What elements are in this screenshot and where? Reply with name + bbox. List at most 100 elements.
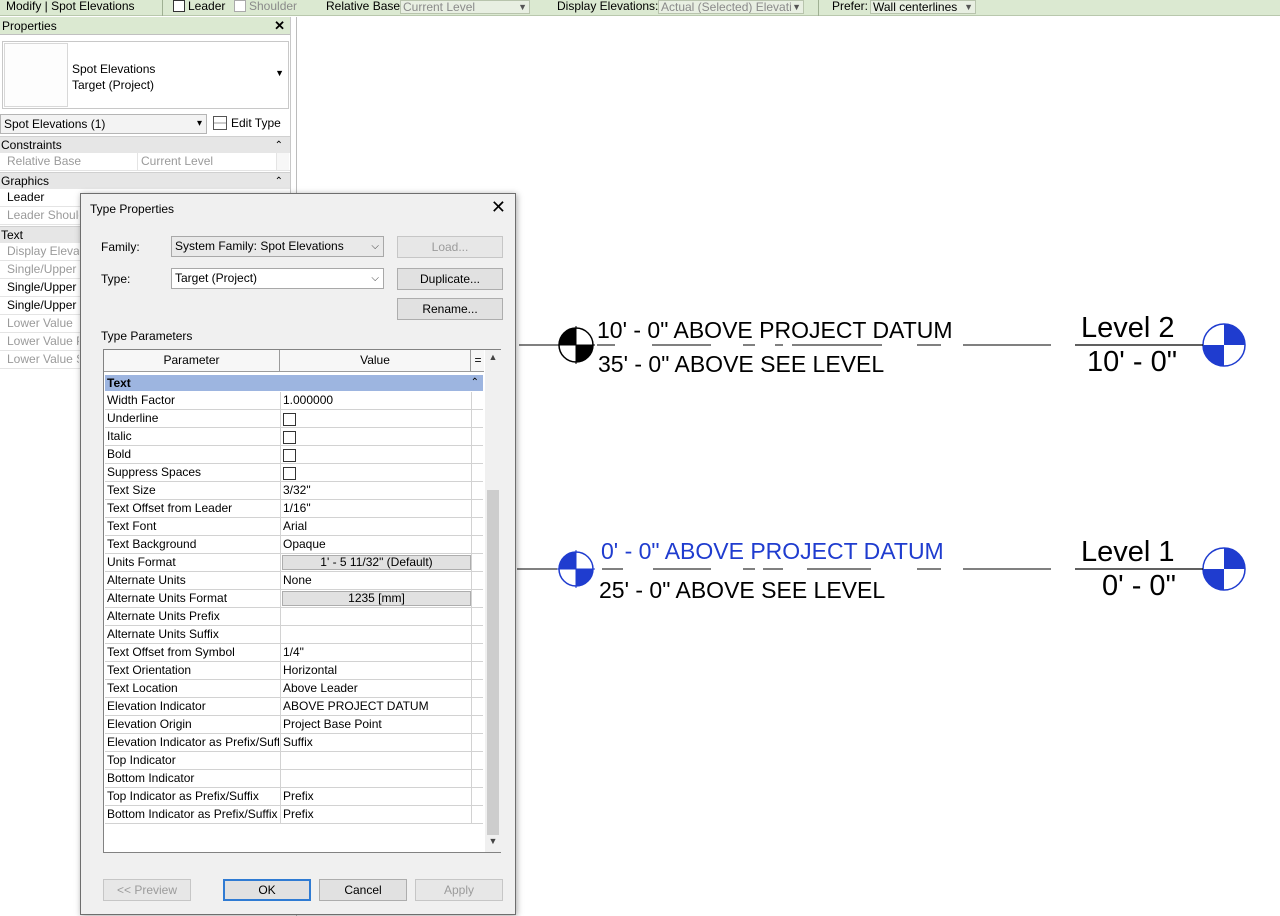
- parameter-row[interactable]: Text Size 3/32": [105, 482, 483, 500]
- scroll-down-icon[interactable]: ▼: [485, 836, 501, 850]
- parameter-row[interactable]: Alternate Units None: [105, 572, 483, 590]
- parameter-row[interactable]: Units Format 1' - 5 11/32" (Default): [105, 554, 483, 572]
- column-formula[interactable]: =: [472, 350, 484, 371]
- level-1-elevation[interactable]: 0' - 0": [1102, 571, 1176, 601]
- rename-button[interactable]: Rename...: [397, 298, 503, 320]
- parameter-name: Width Factor: [107, 393, 176, 407]
- parameter-row[interactable]: Elevation Indicator ABOVE PROJECT DATUM: [105, 698, 483, 716]
- category-text[interactable]: Text ⌃: [105, 375, 483, 391]
- parameter-row[interactable]: Suppress Spaces: [105, 464, 483, 482]
- cancel-button[interactable]: Cancel: [319, 879, 407, 901]
- parameter-row[interactable]: Text Orientation Horizontal: [105, 662, 483, 680]
- parameter-name: Alternate Units Suffix: [107, 627, 219, 641]
- parameter-value[interactable]: Prefix: [280, 788, 472, 805]
- instance-filter-dropdown[interactable]: Spot Elevations (1) ▾: [0, 114, 207, 134]
- parameter-value[interactable]: 1' - 5 11/32" (Default): [280, 554, 472, 571]
- parameter-row[interactable]: Text Offset from Leader 1/16": [105, 500, 483, 518]
- parameter-row[interactable]: Alternate Units Suffix: [105, 626, 483, 644]
- format-button[interactable]: 1235 [mm]: [282, 591, 471, 606]
- chevron-down-icon[interactable]: ▼: [275, 68, 284, 78]
- parameter-value[interactable]: [280, 410, 472, 427]
- type-parameters-grid[interactable]: Parameter Value = Text ⌃ Width Factor 1.00…: [103, 349, 501, 853]
- parameter-row[interactable]: Italic: [105, 428, 483, 446]
- parameter-value[interactable]: [280, 464, 472, 481]
- prefer-dropdown[interactable]: Wall centerlines ▼: [870, 0, 976, 16]
- spot-lower-line1[interactable]: 0' - 0" ABOVE PROJECT DATUM: [601, 538, 944, 564]
- parameter-row[interactable]: Elevation Indicator as Prefix/Suffix Suff…: [105, 734, 483, 752]
- spot-upper-line2[interactable]: 35' - 0" ABOVE SEE LEVEL: [598, 351, 884, 377]
- parameter-value[interactable]: ABOVE PROJECT DATUM: [280, 698, 472, 715]
- parameter-value[interactable]: Suffix: [280, 734, 472, 751]
- parameter-row[interactable]: Width Factor 1.000000: [105, 392, 483, 410]
- family-dropdown[interactable]: System Family: Spot Elevations ⌵: [171, 236, 384, 257]
- parameter-row[interactable]: Text Font Arial: [105, 518, 483, 536]
- collapse-icon[interactable]: ⌃: [471, 375, 479, 391]
- parameter-checkbox[interactable]: [283, 413, 296, 426]
- level-2-name[interactable]: Level 2: [1081, 313, 1175, 343]
- parameter-value[interactable]: [280, 608, 472, 625]
- scrollbar-thumb[interactable]: [487, 490, 499, 835]
- parameter-checkbox[interactable]: [283, 449, 296, 462]
- parameter-checkbox[interactable]: [283, 431, 296, 444]
- level-2-elevation[interactable]: 10' - 0": [1087, 347, 1177, 377]
- parameter-row[interactable]: Bottom Indicator as Prefix/Suffix Prefix: [105, 806, 483, 824]
- parameter-value[interactable]: None: [280, 572, 472, 589]
- parameter-row[interactable]: Alternate Units Prefix: [105, 608, 483, 626]
- duplicate-button[interactable]: Duplicate...: [397, 268, 503, 290]
- spot-lower-line2[interactable]: 25' - 0" ABOVE SEE LEVEL: [599, 577, 885, 603]
- vertical-scrollbar[interactable]: ▲ ▼: [485, 350, 501, 852]
- parameter-row[interactable]: Alternate Units Format 1235 [mm]: [105, 590, 483, 608]
- scroll-up-icon[interactable]: ▲: [485, 352, 501, 366]
- parameter-checkbox[interactable]: [283, 467, 296, 480]
- column-parameter[interactable]: Parameter: [104, 350, 280, 371]
- parameter-name: Elevation Indicator as Prefix/Suffix: [107, 735, 279, 749]
- parameter-value[interactable]: Above Leader: [280, 680, 472, 697]
- collapse-icon[interactable]: ⌃: [275, 137, 283, 154]
- parameter-value[interactable]: Project Base Point: [280, 716, 472, 733]
- parameter-row[interactable]: Text Background Opaque: [105, 536, 483, 554]
- prefer-label: Prefer:: [832, 0, 869, 13]
- parameter-row[interactable]: Bottom Indicator: [105, 770, 483, 788]
- format-button[interactable]: 1' - 5 11/32" (Default): [282, 555, 471, 570]
- section-constraints[interactable]: Constraints ⌃: [0, 136, 290, 153]
- parameter-value[interactable]: [280, 770, 472, 787]
- level-1-name[interactable]: Level 1: [1081, 537, 1175, 567]
- parameter-row[interactable]: Text Location Above Leader: [105, 680, 483, 698]
- parameter-row[interactable]: Bold: [105, 446, 483, 464]
- parameter-value[interactable]: Horizontal: [280, 662, 472, 679]
- parameter-value[interactable]: 1/4": [280, 644, 472, 661]
- close-icon[interactable]: ✕: [491, 198, 506, 216]
- type-selector[interactable]: Spot Elevations Target (Project) ▼: [2, 41, 289, 109]
- display-elevations-label: Display Elevations:: [557, 0, 659, 13]
- close-icon[interactable]: ✕: [274, 17, 285, 35]
- parameter-value[interactable]: 1.000000: [280, 392, 472, 409]
- parameter-value[interactable]: [280, 752, 472, 769]
- parameter-value[interactable]: 1235 [mm]: [280, 590, 472, 607]
- collapse-icon[interactable]: ⌃: [275, 173, 283, 190]
- parameter-value[interactable]: [280, 626, 472, 643]
- parameter-row[interactable]: Elevation Origin Project Base Point: [105, 716, 483, 734]
- leader-checkbox-box[interactable]: [173, 0, 185, 12]
- parameter-row[interactable]: Top Indicator as Prefix/Suffix Prefix: [105, 788, 483, 806]
- parameter-value[interactable]: 1/16": [280, 500, 472, 517]
- type-dropdown[interactable]: Target (Project) ⌵: [171, 268, 384, 289]
- apply-button: Apply: [415, 879, 503, 901]
- property-name: Lower Value Prefix: [7, 334, 79, 348]
- leader-checkbox[interactable]: Leader: [173, 0, 225, 16]
- parameter-value[interactable]: Arial: [280, 518, 472, 535]
- section-graphics[interactable]: Graphics ⌃: [0, 172, 290, 189]
- parameter-row[interactable]: Text Offset from Symbol 1/4": [105, 644, 483, 662]
- spot-upper-line1[interactable]: 10' - 0" ABOVE PROJECT DATUM: [597, 317, 953, 343]
- parameter-value[interactable]: [280, 446, 472, 463]
- parameter-name: Text Background: [107, 537, 197, 551]
- property-name: Relative Base: [7, 154, 82, 168]
- parameter-row[interactable]: Top Indicator: [105, 752, 483, 770]
- edit-type-button[interactable]: Edit Type: [213, 114, 281, 134]
- parameter-value[interactable]: Opaque: [280, 536, 472, 553]
- column-value[interactable]: Value: [280, 350, 471, 371]
- parameter-value[interactable]: [280, 428, 472, 445]
- parameter-value[interactable]: Prefix: [280, 806, 472, 823]
- ok-button[interactable]: OK: [223, 879, 311, 901]
- parameter-value[interactable]: 3/32": [280, 482, 472, 499]
- parameter-row[interactable]: Underline: [105, 410, 483, 428]
